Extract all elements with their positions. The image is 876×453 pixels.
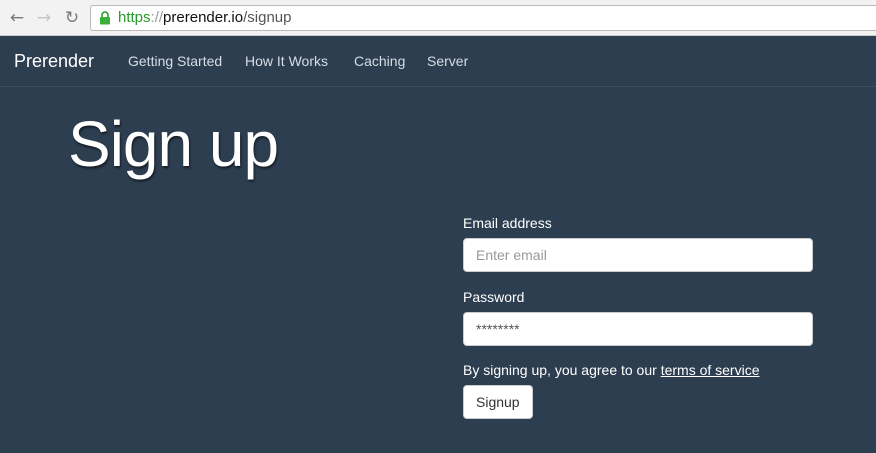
forward-arrow-icon[interactable]: → (33, 7, 55, 29)
lock-icon (100, 11, 110, 25)
address-bar[interactable]: https://prerender.io/signup (90, 5, 876, 31)
browser-toolbar: ← → ↻ https://prerender.io/signup (0, 0, 876, 36)
navbar: Prerender Getting Started How It Works C… (0, 36, 876, 87)
page-title: Sign up (68, 108, 279, 180)
terms-text: By signing up, you agree to our (463, 362, 661, 378)
nav-link-caching[interactable]: Caching (354, 36, 405, 86)
url-path: /signup (243, 9, 292, 26)
nav-link-server[interactable]: Server (427, 36, 468, 86)
email-field[interactable] (463, 238, 813, 272)
terms-notice: By signing up, you agree to our terms of… (463, 362, 760, 378)
terms-of-service-link[interactable]: terms of service (661, 362, 760, 378)
brand-logo[interactable]: Prerender (14, 36, 94, 86)
nav-link-how-it-works[interactable]: How It Works (245, 36, 328, 86)
reload-icon[interactable]: ↻ (61, 7, 83, 29)
password-label: Password (463, 289, 525, 305)
url-text: https://prerender.io/signup (118, 6, 291, 30)
url-scheme: https (118, 9, 151, 26)
signup-button[interactable]: Signup (463, 385, 533, 419)
email-label: Email address (463, 215, 552, 231)
nav-link-getting-started[interactable]: Getting Started (128, 36, 222, 86)
url-separator: :// (150, 9, 164, 26)
password-field[interactable] (463, 312, 813, 346)
back-arrow-icon[interactable]: ← (6, 7, 28, 29)
url-host: prerender.io (163, 9, 244, 26)
